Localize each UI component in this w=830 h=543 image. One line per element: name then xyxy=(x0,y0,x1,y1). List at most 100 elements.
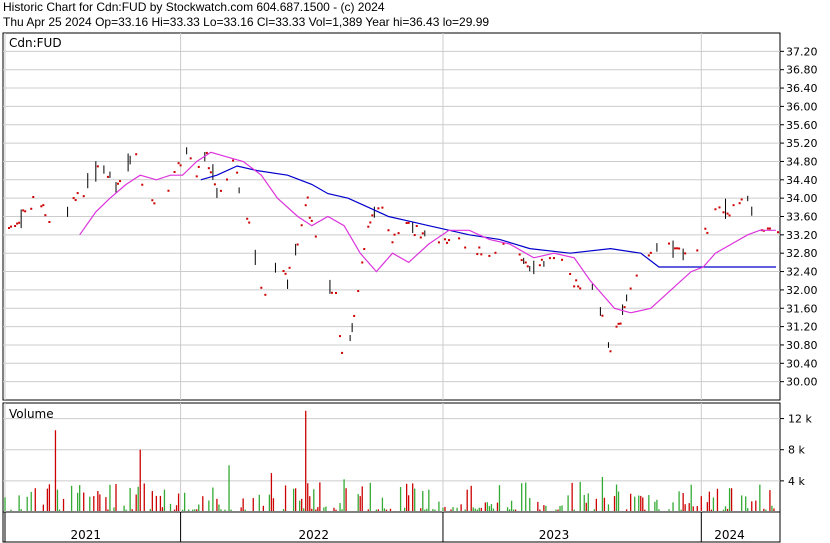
stock-chart-svg: 37.20 36.80 36.40 36.00 35.60 35.20 34.80 34.40… xyxy=(2,32,818,543)
price-dot xyxy=(696,249,699,252)
price-dot xyxy=(339,335,342,338)
price-dot xyxy=(421,232,424,235)
price-dot xyxy=(777,231,779,234)
price-dot xyxy=(195,175,198,178)
price-dot xyxy=(371,214,374,217)
price-tick-label: 34.40 xyxy=(786,174,818,187)
price-tick-label: 33.20 xyxy=(786,229,818,242)
price-tick-label: 30.40 xyxy=(786,357,818,370)
price-dot xyxy=(635,274,638,277)
x-axis-frame xyxy=(2,511,781,543)
price-dot xyxy=(732,204,735,207)
price-dot xyxy=(415,224,418,227)
price-dot xyxy=(179,164,182,167)
volume-grid xyxy=(3,418,780,482)
price-dot xyxy=(714,208,717,211)
price-dot xyxy=(282,270,285,273)
price-dot xyxy=(488,254,491,257)
price-dot xyxy=(676,247,679,250)
price-dot xyxy=(674,247,677,250)
price-dot xyxy=(264,293,267,296)
price-grid xyxy=(3,50,780,383)
price-dot xyxy=(330,291,333,294)
price-dot xyxy=(443,238,446,241)
price-dot xyxy=(40,205,43,208)
price-dot xyxy=(728,214,731,217)
price-dot xyxy=(173,170,176,173)
price-dot xyxy=(668,242,671,245)
price-dot xyxy=(207,167,210,170)
volume-panel-title: Volume xyxy=(9,407,54,421)
price-dot xyxy=(96,165,99,168)
price-dot xyxy=(246,217,249,220)
price-dot xyxy=(10,225,13,228)
price-tick-label: 31.60 xyxy=(786,302,818,315)
price-dot xyxy=(219,189,222,192)
price-dot xyxy=(236,171,239,174)
price-dot xyxy=(494,251,497,254)
price-dot xyxy=(569,272,572,275)
price-dot xyxy=(304,204,307,207)
price-dot xyxy=(42,204,45,207)
price-dot xyxy=(397,232,400,235)
volume-bars xyxy=(4,410,775,511)
price-dot xyxy=(437,241,440,244)
price-dot xyxy=(518,253,521,256)
price-dot xyxy=(363,248,366,251)
price-tick-label: 37.20 xyxy=(786,45,818,58)
price-dot xyxy=(357,290,360,293)
price-dot xyxy=(393,233,396,236)
price-dot xyxy=(22,209,25,212)
price-tick-label: 36.80 xyxy=(786,64,818,77)
price-tick-label: 30.80 xyxy=(786,339,818,352)
price-dot xyxy=(478,246,481,249)
x-axis-label: 2023 xyxy=(539,528,570,542)
price-dot xyxy=(189,157,192,160)
chart-root: Historic Chart for Cdn:FUD by Stockwatch… xyxy=(0,0,830,543)
price-dot xyxy=(678,247,681,250)
price-dot xyxy=(341,351,344,354)
price-dot xyxy=(377,207,380,210)
price-tick-label: 32.00 xyxy=(786,284,818,297)
volume-panel-frame xyxy=(2,402,781,513)
price-axis-ticks: 37.20 36.80 36.40 36.00 35.60 35.20 34.80 34.40… xyxy=(780,45,818,389)
price-dot xyxy=(151,199,154,202)
price-dot xyxy=(381,206,384,209)
price-tick-label: 32.80 xyxy=(786,247,818,260)
price-dot xyxy=(141,183,144,186)
price-dot xyxy=(30,207,33,210)
price-dot xyxy=(167,189,170,192)
price-dot xyxy=(740,198,743,201)
price-dot xyxy=(623,306,626,309)
ma-short-line xyxy=(79,151,776,314)
price-tick-label: 36.00 xyxy=(786,100,818,113)
price-dot xyxy=(209,171,212,174)
price-dot xyxy=(106,175,109,178)
price-dot xyxy=(248,221,251,224)
price-dot xyxy=(413,234,416,237)
price-dot xyxy=(579,287,582,290)
price-dot xyxy=(74,199,77,202)
price-dot xyxy=(520,259,523,262)
price-dot xyxy=(18,221,21,224)
volume-tick-label: 4 k xyxy=(788,475,805,488)
price-dot xyxy=(448,239,451,242)
price-dot xyxy=(649,251,652,254)
price-dot xyxy=(310,219,313,222)
price-dot xyxy=(296,243,299,246)
price-dot xyxy=(367,225,370,228)
price-tick-label: 31.20 xyxy=(786,321,818,334)
price-dot xyxy=(524,261,527,264)
volume-tick-label: 8 k xyxy=(788,444,805,457)
price-dot xyxy=(617,322,620,325)
price-dot xyxy=(48,221,51,224)
price-dot xyxy=(619,322,622,325)
price-tick-label: 35.20 xyxy=(786,137,818,150)
price-dot xyxy=(722,211,725,214)
price-dot xyxy=(538,264,541,267)
price-tick-label: 33.60 xyxy=(786,211,818,224)
price-dot xyxy=(419,236,422,239)
price-dot xyxy=(306,196,309,199)
price-dot xyxy=(548,257,551,260)
price-dot xyxy=(706,231,709,234)
